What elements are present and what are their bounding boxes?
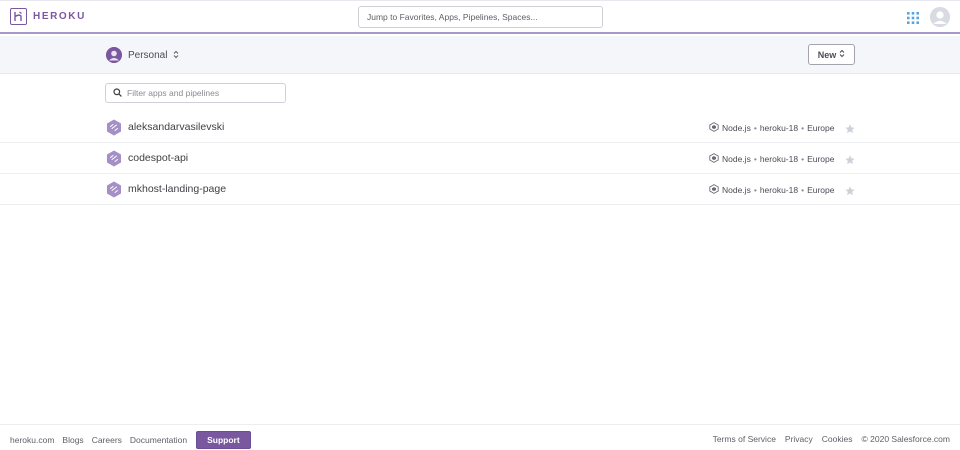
support-button[interactable]: Support	[196, 431, 251, 449]
footer-copyright: © 2020 Salesforce.com	[861, 434, 950, 444]
account-switcher[interactable]: Personal	[106, 46, 179, 64]
user-avatar[interactable]	[930, 7, 950, 27]
app-hexagon-icon	[106, 119, 122, 136]
separator-dot: •	[753, 123, 757, 133]
chevron-up-down-icon	[839, 49, 845, 60]
app-region: Europe	[807, 185, 835, 195]
app-meta: Node.js • heroku-18 • Europe	[709, 153, 835, 165]
footer-link-terms[interactable]: Terms of Service	[713, 434, 776, 444]
app-language: Node.js	[722, 185, 751, 195]
app-region: Europe	[807, 123, 835, 133]
language-hexagon-icon	[709, 184, 719, 196]
jump-to-search[interactable]: Jump to Favorites, Apps, Pipelines, Spac…	[358, 6, 603, 28]
filter-box[interactable]	[105, 83, 286, 103]
separator-dot: •	[753, 185, 757, 195]
app-name[interactable]: codespot-api	[128, 152, 188, 164]
app-stack: heroku-18	[759, 123, 799, 133]
app-meta: Node.js • heroku-18 • Europe	[709, 122, 835, 134]
app-hexagon-icon	[106, 181, 122, 198]
footer: heroku.com Blogs Careers Documentation S…	[0, 424, 960, 450]
favorite-star-icon[interactable]	[845, 183, 855, 196]
app-row[interactable]: aleksandarvasilevski Node.js • heroku-18…	[0, 112, 960, 143]
app-language: Node.js	[722, 123, 751, 133]
favorite-star-icon[interactable]	[845, 152, 855, 165]
heroku-logo[interactable]: HEROKU	[10, 8, 86, 25]
search-icon	[113, 84, 122, 102]
footer-link-documentation[interactable]: Documentation	[130, 435, 187, 445]
app-stack: heroku-18	[759, 185, 799, 195]
app-hexagon-icon	[106, 150, 122, 167]
footer-link-heroku-com[interactable]: heroku.com	[10, 435, 54, 445]
app-meta: Node.js • heroku-18 • Europe	[709, 184, 835, 196]
account-label: Personal	[128, 49, 168, 61]
footer-links-left: heroku.com Blogs Careers Documentation S…	[10, 431, 251, 449]
favorite-star-icon[interactable]	[845, 121, 855, 134]
app-stack: heroku-18	[759, 154, 799, 164]
separator-dot: •	[753, 154, 757, 164]
app-region: Europe	[807, 154, 835, 164]
footer-link-blogs[interactable]: Blogs	[62, 435, 83, 445]
filter-input[interactable]	[127, 88, 277, 98]
apps-grid-icon[interactable]	[907, 11, 919, 24]
app-name[interactable]: aleksandarvasilevski	[128, 121, 224, 133]
logo-text: HEROKU	[33, 11, 86, 22]
new-button-label: New	[817, 49, 837, 60]
app-row[interactable]: codespot-api Node.js • heroku-18 • Europ…	[0, 143, 960, 174]
user-avatar-icon	[930, 7, 950, 27]
footer-link-privacy[interactable]: Privacy	[785, 434, 813, 444]
heroku-logo-icon	[10, 8, 27, 25]
separator-dot: •	[801, 154, 805, 164]
app-language: Node.js	[722, 154, 751, 164]
footer-links-right: Terms of Service Privacy Cookies © 2020 …	[713, 434, 950, 444]
footer-link-careers[interactable]: Careers	[92, 435, 122, 445]
top-header: HEROKU Jump to Favorites, Apps, Pipeline…	[0, 0, 960, 34]
app-row[interactable]: mkhost-landing-page Node.js • heroku-18 …	[0, 174, 960, 205]
sub-header: Personal New	[0, 36, 960, 74]
language-hexagon-icon	[709, 153, 719, 165]
new-button[interactable]: New	[808, 44, 855, 65]
language-hexagon-icon	[709, 122, 719, 134]
separator-dot: •	[801, 185, 805, 195]
separator-dot: •	[801, 123, 805, 133]
app-name[interactable]: mkhost-landing-page	[128, 183, 226, 195]
footer-link-cookies[interactable]: Cookies	[822, 434, 853, 444]
app-list: aleksandarvasilevski Node.js • heroku-18…	[0, 112, 960, 205]
chevron-up-down-icon	[173, 46, 179, 64]
personal-avatar-icon	[106, 47, 122, 63]
